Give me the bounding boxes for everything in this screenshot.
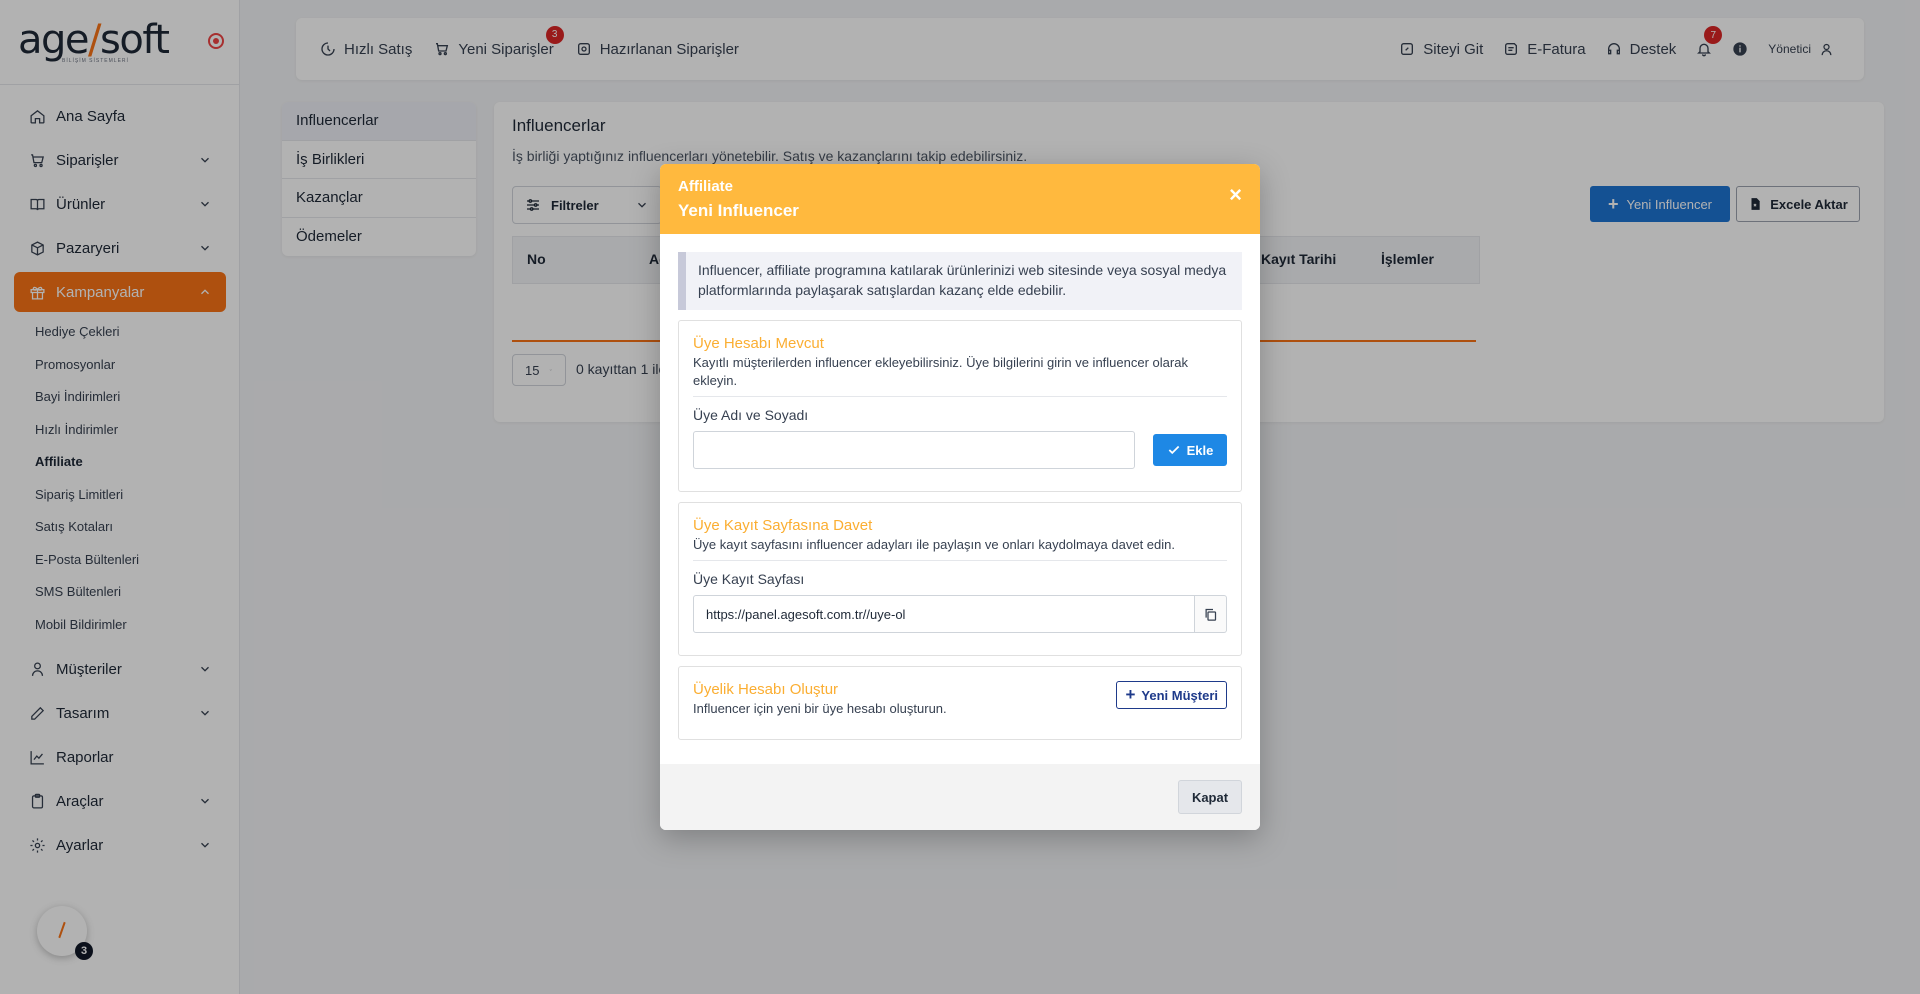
create-account-section: Üyelik Hesabı Oluştur Influencer için ye… bbox=[678, 666, 1242, 740]
plus-icon: + bbox=[1125, 685, 1136, 704]
section-description: Kayıtlı müşterilerden influencer ekleyeb… bbox=[693, 355, 1188, 388]
section-divider bbox=[693, 560, 1227, 561]
existing-member-section: Üye Hesabı Mevcut Kayıtlı müşterilerden … bbox=[678, 320, 1242, 492]
modal-body: Influencer, affiliate programına katılar… bbox=[660, 234, 1260, 758]
add-member-button[interactable]: Ekle bbox=[1153, 434, 1227, 466]
member-name-input[interactable] bbox=[693, 431, 1135, 469]
member-name-label: Üye Adı ve Soyadı bbox=[693, 407, 809, 423]
add-member-label: Ekle bbox=[1186, 442, 1214, 458]
check-icon bbox=[1168, 445, 1179, 455]
section-title: Üye Hesabı Mevcut bbox=[693, 335, 824, 352]
new-customer-label: Yeni Müşteri bbox=[1141, 687, 1218, 703]
copy-button[interactable] bbox=[1195, 595, 1227, 633]
section-title: Üye Kayıt Sayfasına Davet bbox=[693, 517, 873, 534]
register-url-input[interactable] bbox=[693, 595, 1196, 633]
modal-kicker: Affiliate bbox=[678, 178, 734, 195]
section-description: Üye kayıt sayfasını influencer adayları … bbox=[693, 537, 1175, 552]
new-influencer-modal: Affiliate Yeni Influencer × Influencer, … bbox=[660, 164, 1260, 830]
register-page-label: Üye Kayıt Sayfası bbox=[693, 571, 805, 587]
close-icon[interactable]: × bbox=[1229, 184, 1242, 206]
register-invite-section: Üye Kayıt Sayfasına Davet Üye kayıt sayf… bbox=[678, 502, 1242, 656]
section-divider bbox=[693, 396, 1227, 397]
info-callout: Influencer, affiliate programına katılar… bbox=[678, 252, 1242, 310]
modal-title: Yeni Influencer bbox=[678, 201, 799, 220]
copy-icon bbox=[1205, 608, 1217, 621]
new-customer-button[interactable]: + Yeni Müşteri bbox=[1116, 681, 1227, 709]
modal-footer: Kapat bbox=[660, 764, 1260, 830]
close-button[interactable]: Kapat bbox=[1178, 780, 1242, 814]
modal-header: Affiliate Yeni Influencer × bbox=[660, 164, 1260, 234]
